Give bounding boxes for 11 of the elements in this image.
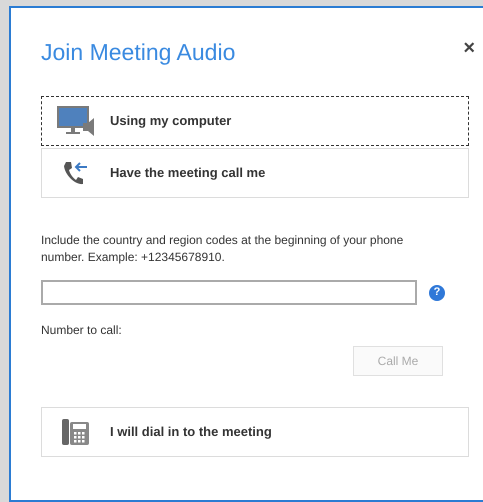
audio-option[interactable]: I will dial in to the meeting: [41, 407, 469, 457]
close-button[interactable]: ×: [463, 38, 475, 58]
desk-phone-icon: [62, 419, 90, 445]
phone-input-field[interactable]: [41, 280, 417, 305]
instructions-text: Include the country and region codes at the beginning of your phone number. Example: +12345678910.: [41, 232, 404, 266]
window-title: Join Meeting Audio: [41, 41, 236, 64]
audio-option[interactable]: Using my computer: [41, 96, 469, 146]
number-label: Number to call:: [41, 322, 122, 339]
help-icon[interactable]: ?: [429, 284, 445, 300]
monitor-speaker-icon: [57, 105, 95, 137]
audio-option[interactable]: Have the meeting call me: [41, 148, 469, 198]
